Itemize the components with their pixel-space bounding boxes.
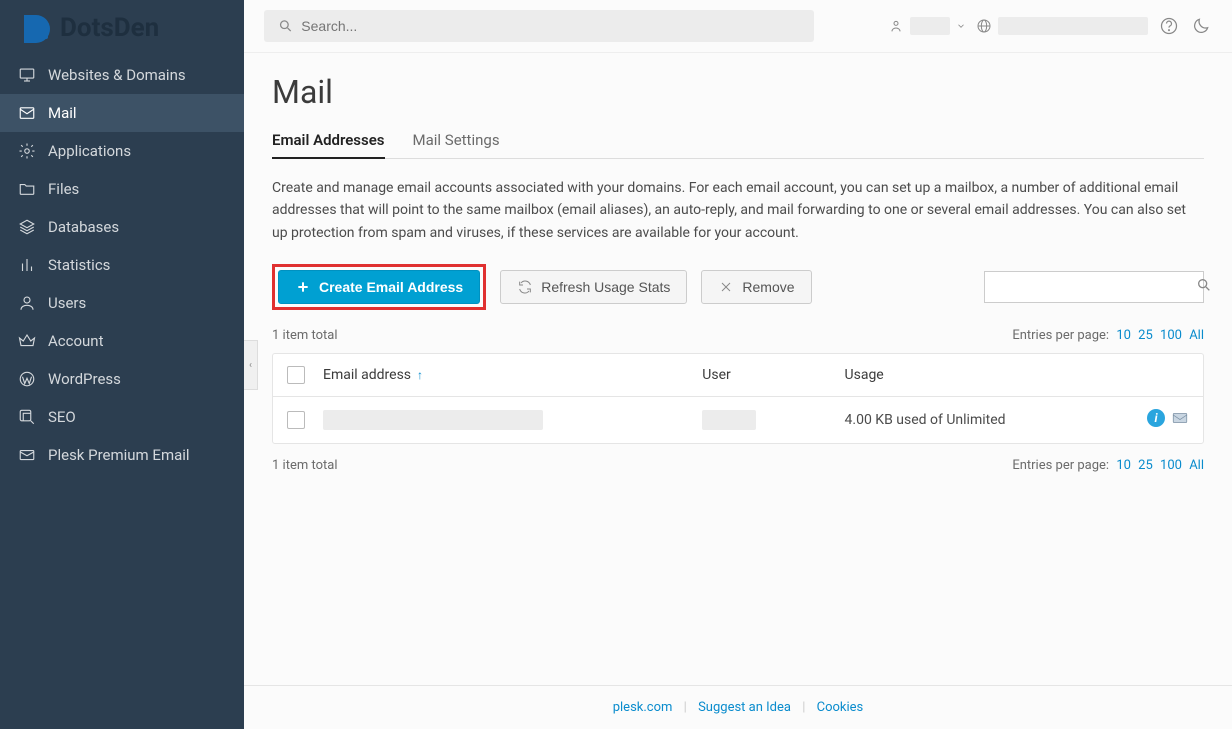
pager-top: 1 item total Entries per page: 10 25 100…: [272, 324, 1204, 347]
nav-statistics[interactable]: Statistics: [0, 246, 244, 284]
usage-cell: 4.00 KB used of Unlimited: [845, 412, 1129, 428]
filter-box[interactable]: [984, 271, 1204, 303]
mail-icon: [18, 104, 36, 122]
nav-websites-domains[interactable]: Websites & Domains: [0, 56, 244, 94]
nav-list: Websites & Domains Mail Applications Fil…: [0, 56, 244, 474]
page-content: Mail Email Addresses Mail Settings Creat…: [244, 53, 1232, 685]
brand-icon: [18, 11, 52, 45]
webmail-icon[interactable]: [1171, 409, 1189, 431]
wordpress-icon: [18, 370, 36, 388]
highlight-create-button: Create Email Address: [272, 264, 486, 310]
user-menu[interactable]: [888, 17, 966, 35]
total-count-top: 1 item total: [272, 328, 338, 343]
page-title: Mail: [272, 73, 1204, 111]
chevron-down-icon: [956, 21, 966, 31]
nav-databases[interactable]: Databases: [0, 208, 244, 246]
footer-cookies[interactable]: Cookies: [817, 700, 864, 715]
brand-logo[interactable]: DotsDen: [0, 0, 244, 56]
pager-links-top: Entries per page: 10 25 100 All: [1012, 328, 1204, 343]
gear-icon: [18, 142, 36, 160]
table-header: Email address ↑ User Usage: [273, 354, 1203, 397]
nav-account[interactable]: Account: [0, 322, 244, 360]
plus-icon: [295, 279, 311, 295]
nav-mail[interactable]: Mail: [0, 94, 244, 132]
nav-users[interactable]: Users: [0, 284, 244, 322]
footer-plesk[interactable]: plesk.com: [613, 700, 673, 715]
col-usage-header[interactable]: Usage: [845, 367, 1129, 383]
remove-button[interactable]: Remove: [701, 270, 811, 304]
pager-10[interactable]: 10: [1116, 328, 1131, 343]
search-icon: [278, 18, 293, 34]
total-count-bottom: 1 item total: [272, 458, 338, 473]
user-cell: [702, 410, 756, 430]
page-description: Create and manage email accounts associa…: [272, 177, 1204, 244]
create-email-button[interactable]: Create Email Address: [278, 270, 480, 304]
filter-input[interactable]: [985, 272, 1186, 302]
info-icon[interactable]: i: [1147, 409, 1165, 427]
col-email-header[interactable]: Email address ↑: [323, 367, 702, 383]
table-row: 4.00 KB used of Unlimited i: [273, 397, 1203, 443]
user-icon: [888, 18, 904, 34]
domain-name-placeholder: [998, 17, 1148, 35]
row-checkbox[interactable]: [287, 411, 305, 429]
select-all-checkbox[interactable]: [287, 366, 305, 384]
filter-search-icon[interactable]: [1186, 277, 1222, 297]
sort-asc-icon: ↑: [417, 368, 423, 382]
pager-links-bottom: Entries per page: 10 25 100 All: [1012, 458, 1204, 473]
pager-100-b[interactable]: 100: [1160, 458, 1182, 473]
main-area: ‹ Mail: [244, 0, 1232, 729]
pager-25-b[interactable]: 25: [1138, 458, 1153, 473]
col-user-header[interactable]: User: [702, 367, 844, 383]
pager-all-b[interactable]: All: [1189, 458, 1204, 473]
email-address-cell[interactable]: [323, 410, 543, 430]
nav-plesk-premium-email[interactable]: Plesk Premium Email: [0, 436, 244, 474]
pager-bottom: 1 item total Entries per page: 10 25 100…: [272, 454, 1204, 477]
tab-mail-settings[interactable]: Mail Settings: [413, 123, 500, 159]
bars-icon: [18, 256, 36, 274]
seo-icon: [18, 408, 36, 426]
users-icon: [18, 294, 36, 312]
toolbar: Create Email Address Refresh Usage Stats…: [272, 264, 1204, 310]
tab-email-addresses[interactable]: Email Addresses: [272, 123, 385, 159]
help-button[interactable]: [1158, 15, 1180, 37]
footer: plesk.com | Suggest an Idea | Cookies: [244, 685, 1232, 729]
pager-10-b[interactable]: 10: [1116, 458, 1131, 473]
pager-25[interactable]: 25: [1138, 328, 1153, 343]
nav-wordpress[interactable]: WordPress: [0, 360, 244, 398]
remove-icon: [718, 279, 734, 295]
nav-files[interactable]: Files: [0, 170, 244, 208]
tabs: Email Addresses Mail Settings: [272, 123, 1204, 159]
footer-suggest[interactable]: Suggest an Idea: [698, 700, 791, 715]
refresh-stats-button[interactable]: Refresh Usage Stats: [500, 270, 687, 304]
globe-icon: [976, 18, 992, 34]
stack-icon: [18, 218, 36, 236]
search-input[interactable]: [301, 18, 800, 34]
monitor-icon: [18, 66, 36, 84]
theme-toggle[interactable]: [1190, 15, 1212, 37]
sidebar: DotsDen Websites & Domains Mail Applicat…: [0, 0, 244, 729]
envelope-icon: [18, 446, 36, 464]
user-name-placeholder: [910, 17, 950, 35]
crown-icon: [18, 332, 36, 350]
nav-seo[interactable]: SEO: [0, 398, 244, 436]
brand-name: DotsDen: [60, 13, 159, 43]
domain-menu[interactable]: [976, 17, 1148, 35]
nav-applications[interactable]: Applications: [0, 132, 244, 170]
email-table: Email address ↑ User Usage 4.00 KB used …: [272, 353, 1204, 444]
pager-all[interactable]: All: [1189, 328, 1204, 343]
global-search[interactable]: [264, 10, 814, 42]
topbar: [244, 0, 1232, 53]
pager-100[interactable]: 100: [1160, 328, 1182, 343]
folder-icon: [18, 180, 36, 198]
refresh-icon: [517, 279, 533, 295]
